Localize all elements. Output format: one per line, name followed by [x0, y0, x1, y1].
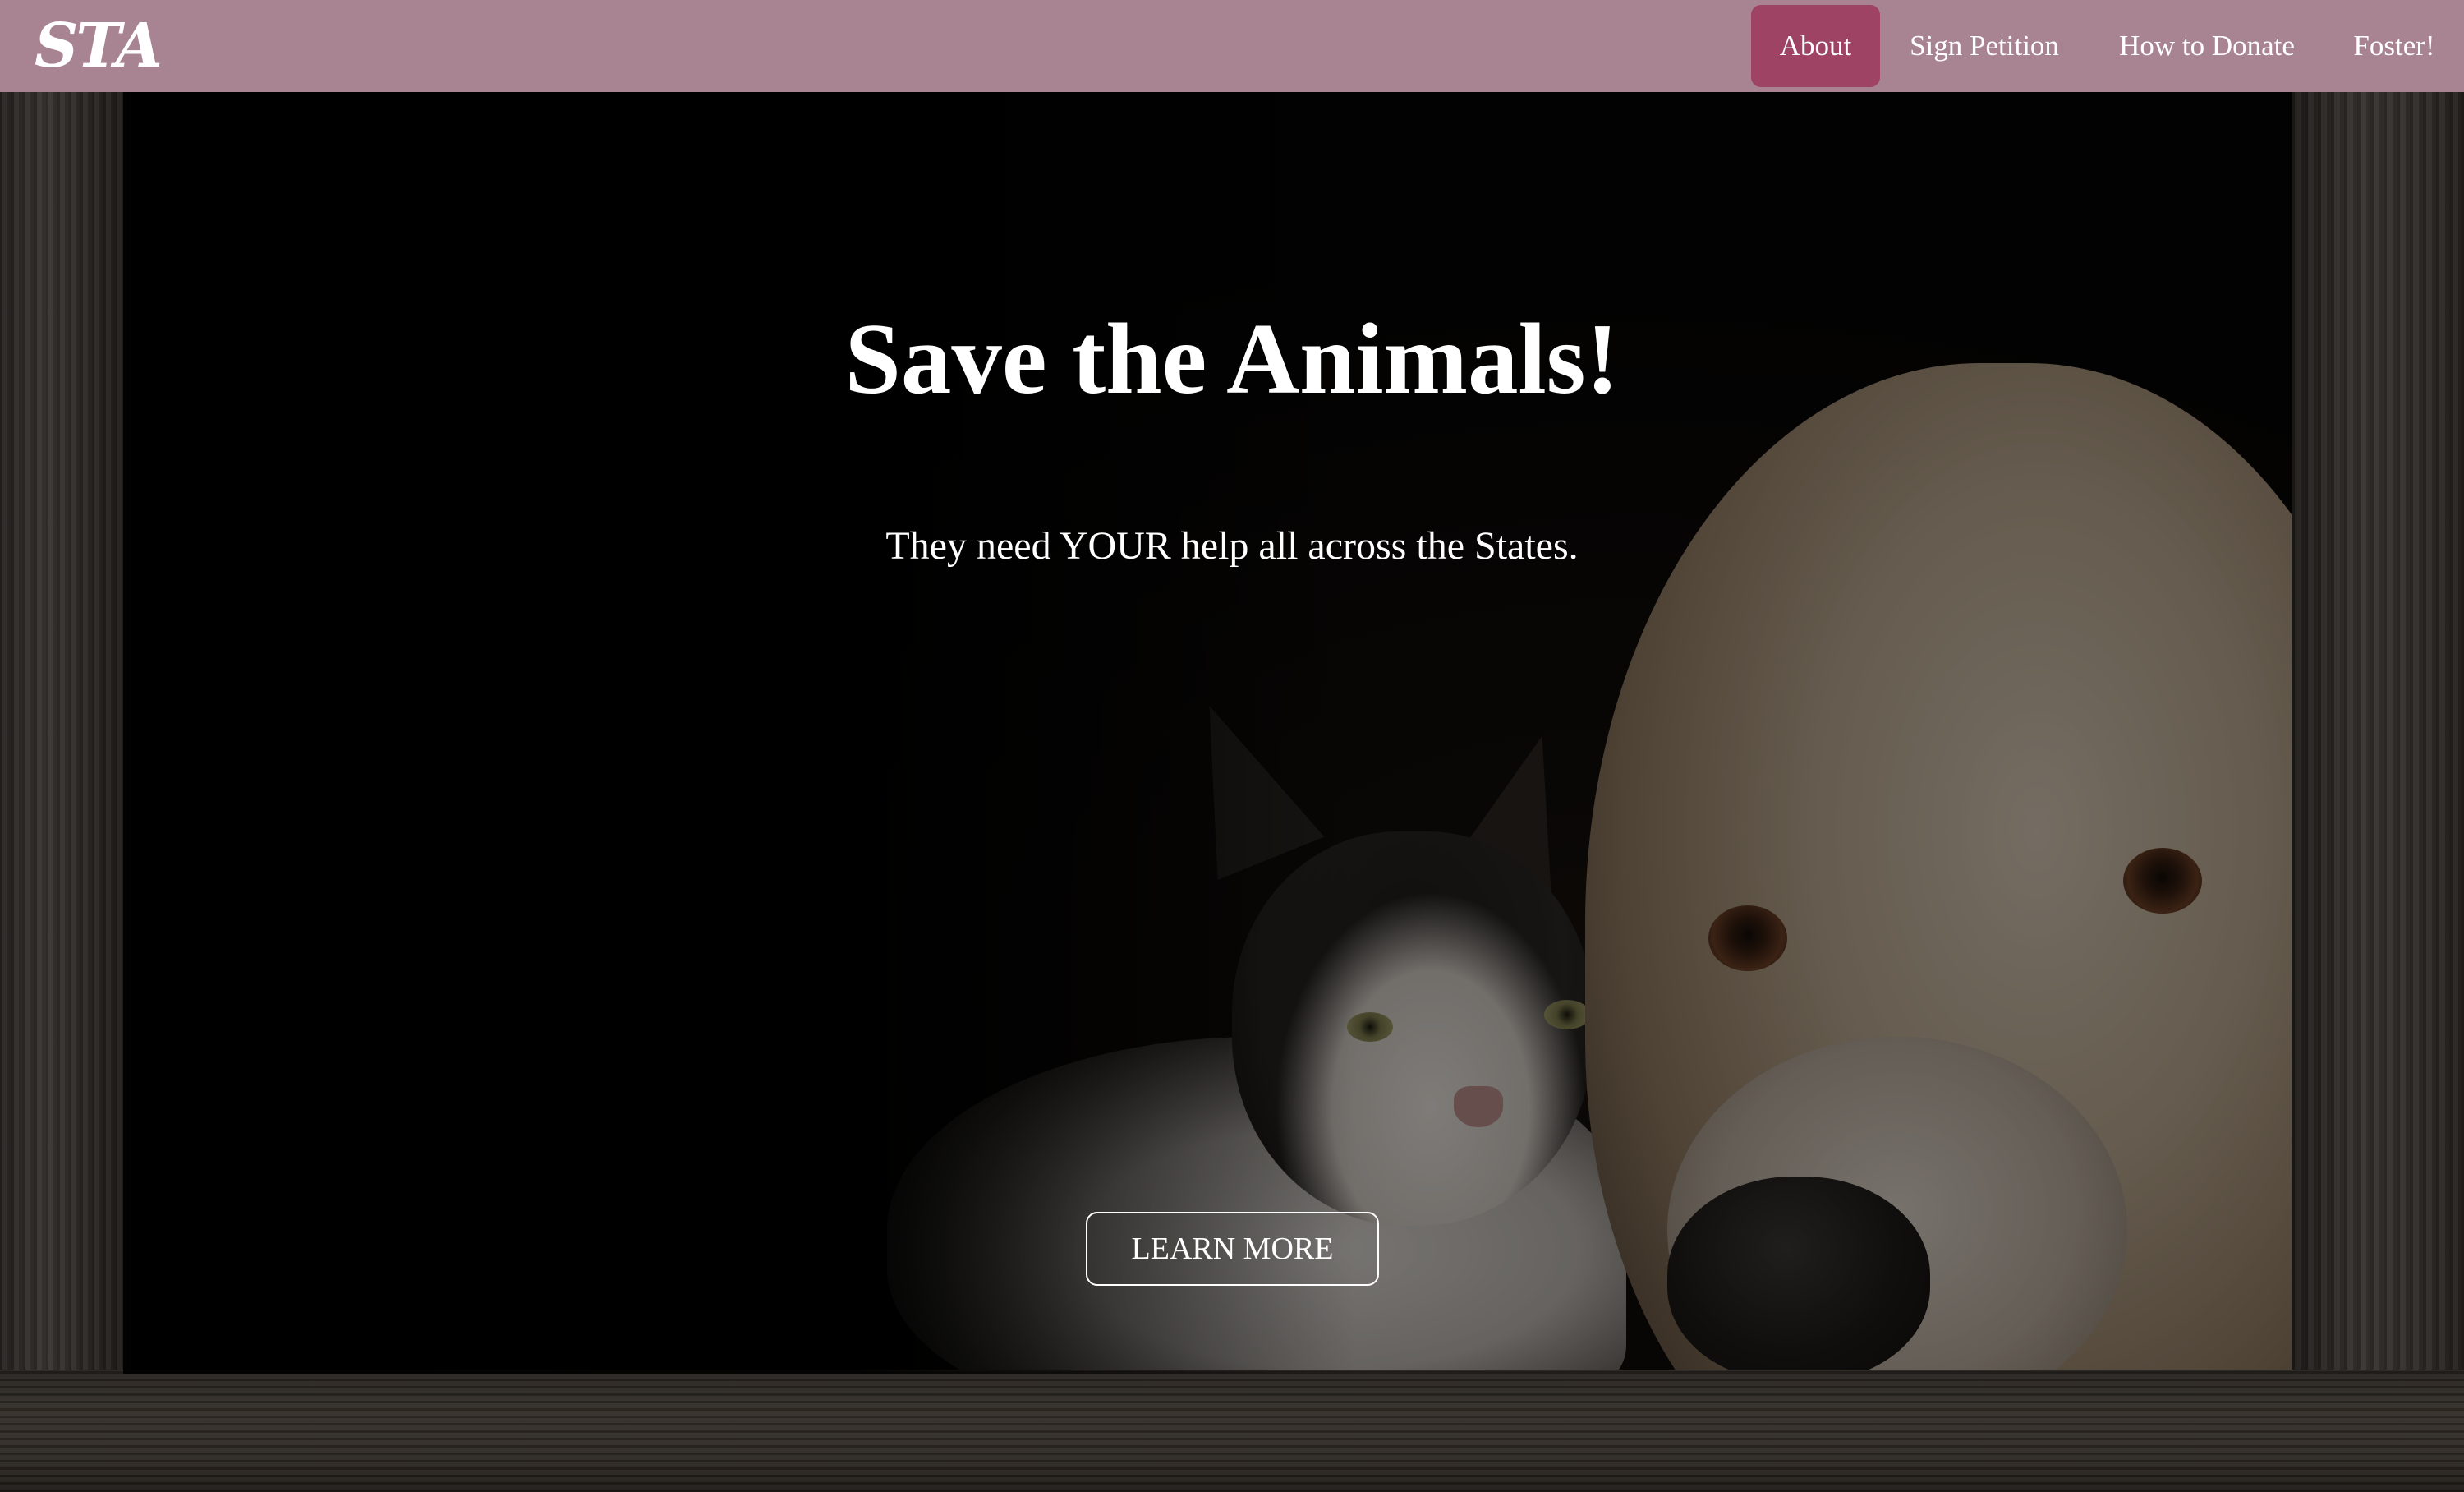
nav-link-sign-petition[interactable]: Sign Petition [1893, 5, 2076, 87]
page: STA About Sign Petition How to Donate Fo… [0, 0, 2464, 1492]
nav-link-how-to-donate[interactable]: How to Donate [2103, 5, 2311, 87]
learn-more-button[interactable]: LEARN MORE [1086, 1212, 1379, 1286]
brand-logo[interactable]: STA [34, 5, 163, 87]
top-navbar: STA About Sign Petition How to Donate Fo… [0, 0, 2464, 92]
nav-link-foster[interactable]: Foster! [2337, 5, 2452, 87]
hero-title: Save the Animals! [844, 302, 1620, 415]
hero-subtitle: They need YOUR help all across the State… [885, 524, 1579, 568]
hero-section: Save the Animals! They need YOUR help al… [0, 92, 2464, 1492]
nav-link-about[interactable]: About [1751, 5, 1880, 87]
